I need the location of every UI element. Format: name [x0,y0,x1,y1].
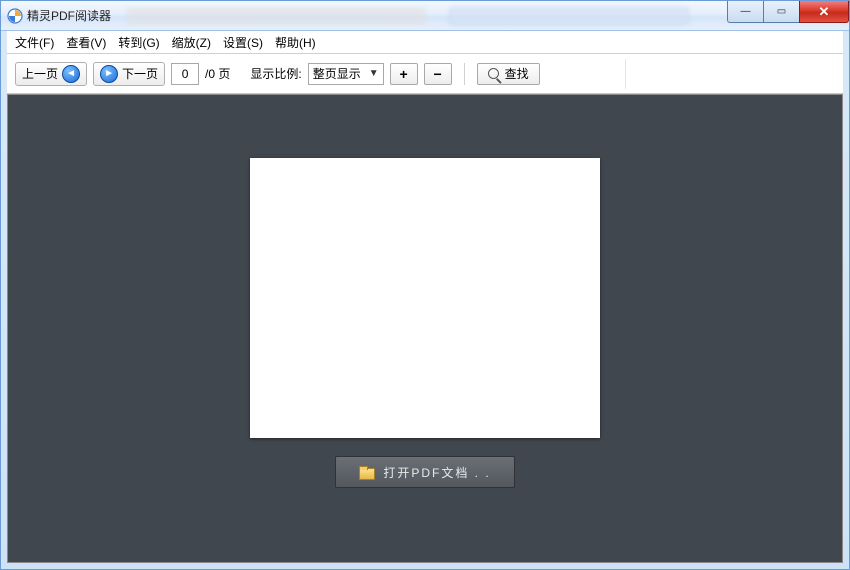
prev-page-label: 上一页 [22,65,58,82]
plus-icon: + [400,66,408,82]
menubar: 文件(F) 查看(V) 转到(G) 缩放(Z) 设置(S) 帮助(H) [7,31,843,54]
menu-file[interactable]: 文件(F) [15,34,54,51]
zoom-in-button[interactable]: + [390,63,418,85]
next-page-label: 下一页 [122,65,158,82]
arrow-left-icon: ◄ [62,65,80,83]
zoom-mode-select[interactable]: 整页显示 ▼ [308,63,384,85]
arrow-right-icon: ► [100,65,118,83]
open-pdf-label: 打开PDF文档 . . [383,464,490,481]
search-button[interactable]: 查找 [477,63,540,85]
next-page-button[interactable]: ► 下一页 [93,62,165,86]
zoom-label: 显示比例: [250,65,301,82]
window-controls: — ▭ ✕ [727,1,849,23]
window-frame-right [843,31,849,569]
app-title: 精灵PDF阅读器 [27,7,111,24]
search-icon [488,68,499,79]
background-field-blur [449,7,689,25]
minimize-icon: — [741,6,751,17]
minus-icon: − [434,66,442,82]
close-button[interactable]: ✕ [799,1,849,23]
open-pdf-button[interactable]: 打开PDF文档 . . [335,456,515,488]
background-text-blur [126,7,426,25]
menu-goto[interactable]: 转到(G) [118,34,159,51]
maximize-icon: ▭ [777,6,786,17]
menu-view[interactable]: 查看(V) [66,34,106,51]
blank-page-preview [250,158,600,438]
minimize-button[interactable]: — [727,1,763,23]
toolbar-separator [464,63,465,85]
zoom-out-button[interactable]: − [424,63,452,85]
zoom-mode-value: 整页显示 [313,65,361,82]
page-number-input[interactable] [171,63,199,85]
menu-zoom[interactable]: 缩放(Z) [172,34,211,51]
toolbar-spacer [625,59,835,89]
chevron-down-icon: ▼ [369,68,379,79]
folder-icon [359,466,373,478]
app-icon [7,8,23,24]
menu-settings[interactable]: 设置(S) [223,34,263,51]
page-total-label: /0 页 [205,65,230,82]
toolbar: 上一页 ◄ ► 下一页 /0 页 显示比例: 整页显示 ▼ + − 查找 [7,54,843,94]
document-viewport: 打开PDF文档 . . [7,94,843,563]
titlebar: 精灵PDF阅读器 — ▭ ✕ [1,1,849,31]
close-icon: ✕ [819,4,830,20]
maximize-button[interactable]: ▭ [763,1,799,23]
menu-help[interactable]: 帮助(H) [275,34,316,51]
search-label: 查找 [505,65,529,82]
prev-page-button[interactable]: 上一页 ◄ [15,62,87,86]
